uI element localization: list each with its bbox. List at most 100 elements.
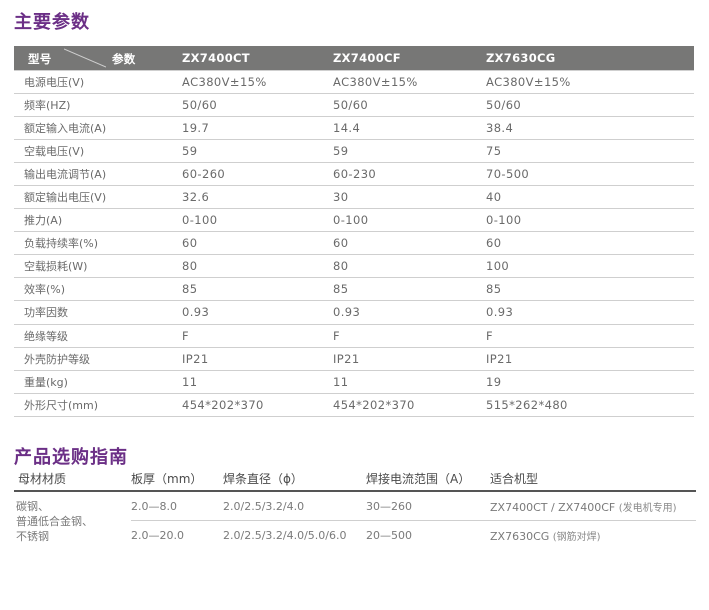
spec-value-model-3: IP21 xyxy=(486,347,694,371)
spec-param-label: 推力(A) xyxy=(14,208,182,233)
spec-param-label: 绝缘等级 xyxy=(14,324,182,348)
spec-value-model-2: 0.93 xyxy=(333,300,486,325)
spec-value-model-2: 60 xyxy=(333,231,486,256)
spec-value-model-2: 80 xyxy=(333,254,486,279)
spec-value-model-1: IP21 xyxy=(182,347,333,371)
spec-value-model-3: 19 xyxy=(486,370,694,394)
spec-row: 效率(%) 85 85 85 xyxy=(14,277,694,302)
spec-value-model-3: 70-500 xyxy=(486,162,694,186)
spec-param-label: 输出电流调节(A) xyxy=(14,162,182,186)
material-line: 普通低合金钢、 xyxy=(16,515,93,528)
guide-model-name: ZX7630CG xyxy=(490,529,550,543)
spec-param-label: 额定输出电压(V) xyxy=(14,185,182,210)
spec-param-label: 效率(%) xyxy=(14,277,182,302)
guide-diameter: 2.0/2.5/3.2/4.0/5.0/6.0 xyxy=(223,528,347,542)
guide-current: 20—500 xyxy=(366,528,412,542)
header-param-label: 参数 xyxy=(112,52,136,66)
spec-param-label: 重量(kg) xyxy=(14,370,182,394)
spec-value-model-2: 454*202*370 xyxy=(333,393,486,417)
spec-param-label: 负载持续率(%) xyxy=(14,231,182,256)
spec-value-model-1: 80 xyxy=(182,254,333,279)
guide-model-name: ZX7400CT / ZX7400CF xyxy=(490,500,616,514)
spec-row: 绝缘等级 F F F xyxy=(14,324,694,348)
spec-value-model-3: 515*262*480 xyxy=(486,393,694,417)
spec-param-label: 电源电压(V) xyxy=(14,69,182,94)
spec-value-model-3: 60 xyxy=(486,231,694,256)
spec-param-label: 外壳防护等级 xyxy=(14,347,182,371)
spec-row: 频率(HZ) 50/60 50/60 50/60 xyxy=(14,93,694,117)
material-line: 碳钢、 xyxy=(16,500,49,513)
spec-value-model-1: 454*202*370 xyxy=(182,393,333,417)
guide-row: 碳钢、 普通低合金钢、 不锈钢 2.0—8.0 2.0/2.5/3.2/4.0 … xyxy=(14,491,696,543)
spec-param-label: 额定输入电流(A) xyxy=(14,116,182,140)
guide-header-row: 母材材质 板厚（mm） 焊条直径（ϕ） 焊接电流范围（A） 适合机型 xyxy=(14,468,696,492)
guide-material-cell: 碳钢、 普通低合金钢、 不锈钢 xyxy=(14,491,131,549)
spec-value-model-3: 100 xyxy=(486,254,694,279)
spec-section-title: 主要参数 xyxy=(14,12,90,33)
guide-header-model: 适合机型 xyxy=(490,468,696,492)
header-model-1: ZX7400CT xyxy=(182,50,250,65)
spec-value-model-1: 0.93 xyxy=(182,300,333,325)
spec-value-model-2: 30 xyxy=(333,185,486,210)
spec-value-model-1: 11 xyxy=(182,370,333,394)
guide-thickness: 2.0—8.0 xyxy=(131,491,223,521)
guide-table: 母材材质 板厚（mm） 焊条直径（ϕ） 焊接电流范围（A） 适合机型 碳钢、 普… xyxy=(14,468,696,549)
spec-value-model-2: 50/60 xyxy=(333,93,486,117)
spec-row: 外形尺寸(mm) 454*202*370 454*202*370 515*262*48… xyxy=(14,393,694,417)
spec-value-model-2: AC380V±15% xyxy=(333,69,486,94)
spec-row: 外壳防护等级 IP21 IP21 IP21 xyxy=(14,347,694,371)
guide-thickness: 2.0—20.0 xyxy=(131,528,184,542)
guide-header-diameter: 焊条直径（ϕ） xyxy=(223,468,366,492)
spec-value-model-3: F xyxy=(486,324,694,348)
spec-row: 输出电流调节(A) 60-260 60-230 70-500 xyxy=(14,162,694,186)
spec-header-corner: 型号 参数 xyxy=(14,46,182,70)
spec-row: 电源电压(V) AC380V±15% AC380V±15% AC380V±15% xyxy=(14,69,694,94)
spec-value-model-3: 75 xyxy=(486,139,694,163)
spec-value-model-1: 60 xyxy=(182,231,333,256)
guide-model-note: (钢筋对焊) xyxy=(552,531,601,543)
guide-header-material: 母材材质 xyxy=(14,468,131,492)
spec-value-model-1: 50/60 xyxy=(182,93,333,117)
spec-value-model-2: 85 xyxy=(333,277,486,302)
spec-value-model-1: 0-100 xyxy=(182,208,333,233)
spec-value-model-1: 85 xyxy=(182,277,333,302)
guide-model: ZX7400CT / ZX7400CF (发电机专用) xyxy=(490,491,696,521)
spec-value-model-3: AC380V±15% xyxy=(486,69,694,94)
material-line: 不锈钢 xyxy=(16,530,49,543)
spec-value-model-3: 0.93 xyxy=(486,300,694,325)
spec-param-label: 空载电压(V) xyxy=(14,139,182,163)
header-type-label: 型号 xyxy=(28,52,52,66)
spec-row: 功率因数 0.93 0.93 0.93 xyxy=(14,300,694,325)
spec-param-label: 功率因数 xyxy=(14,300,182,325)
spec-value-model-1: 32.6 xyxy=(182,185,333,210)
spec-row: 负载持续率(%) 60 60 60 xyxy=(14,231,694,256)
spec-param-label: 外形尺寸(mm) xyxy=(14,393,182,417)
spec-value-model-3: 38.4 xyxy=(486,116,694,140)
spec-value-model-3: 0-100 xyxy=(486,208,694,233)
spec-table: 型号 参数 ZX7400CT ZX7400CF ZX7630CG 电源电压(V)… xyxy=(14,46,694,417)
spec-param-label: 频率(HZ) xyxy=(14,93,182,117)
spec-value-model-1: 60-260 xyxy=(182,162,333,186)
spec-value-model-2: 11 xyxy=(333,370,486,394)
header-model-2: ZX7400CF xyxy=(333,50,401,65)
spec-row: 额定输入电流(A) 19.7 14.4 38.4 xyxy=(14,116,694,140)
spec-row: 推力(A) 0-100 0-100 0-100 xyxy=(14,208,694,233)
guide-diameter: 2.0/2.5/3.2/4.0 xyxy=(223,491,366,521)
guide-section-title: 产品选购指南 xyxy=(14,447,128,468)
spec-value-model-3: 50/60 xyxy=(486,93,694,117)
spec-value-model-2: 14.4 xyxy=(333,116,486,140)
spec-value-model-1: 59 xyxy=(182,139,333,163)
spec-value-model-3: 85 xyxy=(486,277,694,302)
spec-row: 空载电压(V) 59 59 75 xyxy=(14,139,694,163)
spec-value-model-3: 40 xyxy=(486,185,694,210)
spec-value-model-1: 19.7 xyxy=(182,116,333,140)
spec-param-label: 空载损耗(W) xyxy=(14,254,182,279)
guide-header-current: 焊接电流范围（A） xyxy=(366,468,490,492)
spec-header-row: 型号 参数 ZX7400CT ZX7400CF ZX7630CG xyxy=(14,46,694,70)
spec-value-model-2: 0-100 xyxy=(333,208,486,233)
diagonal-divider-icon xyxy=(64,48,106,68)
spec-row: 额定输出电压(V) 32.6 30 40 xyxy=(14,185,694,210)
spec-value-model-2: 60-230 xyxy=(333,162,486,186)
guide-header-thickness: 板厚（mm） xyxy=(131,468,223,492)
header-model-3: ZX7630CG xyxy=(486,50,556,65)
